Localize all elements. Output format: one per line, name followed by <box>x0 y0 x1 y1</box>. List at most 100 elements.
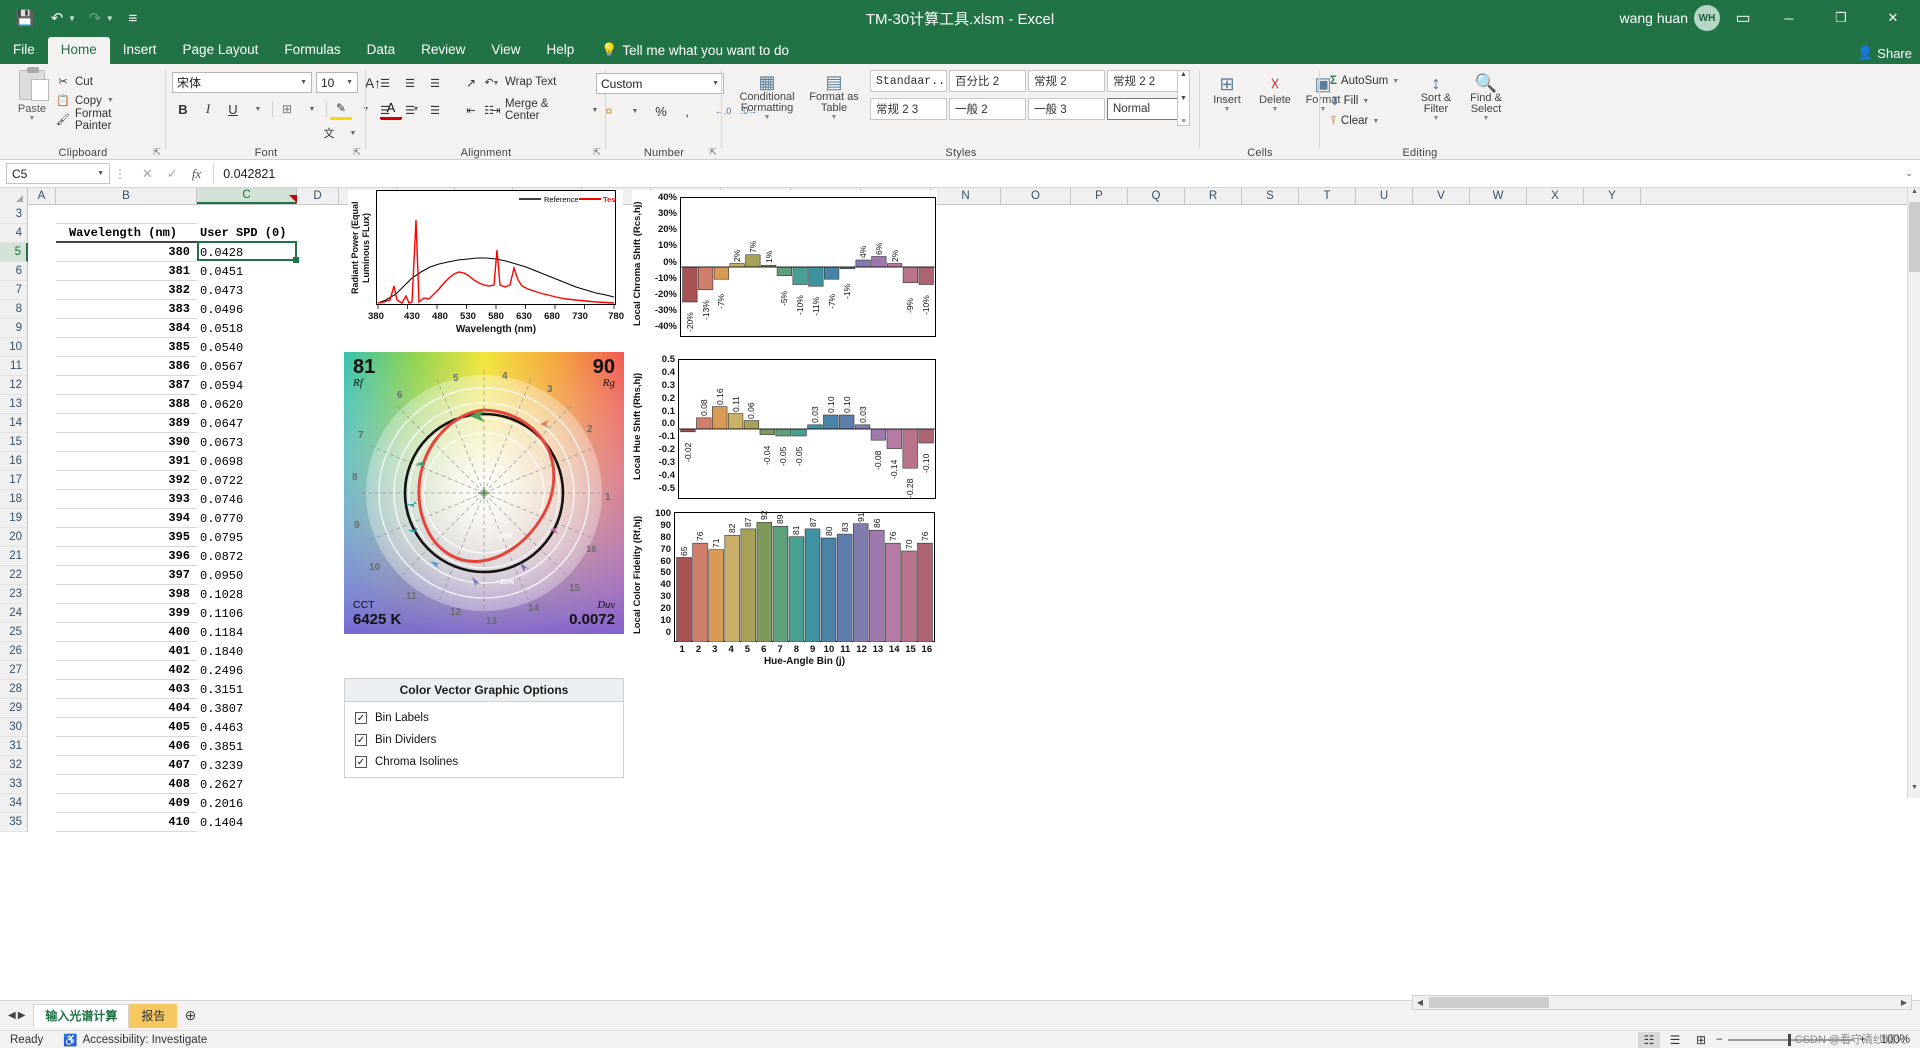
tab-file[interactable]: File <box>0 37 48 64</box>
conditional-formatting-button[interactable]: ▦ Conditional Formatting ▼ <box>734 68 800 121</box>
row-header-8[interactable]: 8 <box>0 300 28 319</box>
sheet-tab-report[interactable]: 报告 <box>129 1003 178 1028</box>
align-left-button[interactable]: ☰ <box>374 99 396 121</box>
accounting-format-button[interactable]: ¤ <box>598 100 620 122</box>
format-as-table-button[interactable]: ▤ Format as Table ▼ <box>806 68 862 121</box>
row-header-4[interactable]: 4 <box>0 224 28 243</box>
minimize-button[interactable]: ─ <box>1766 0 1812 36</box>
sheet-tab-input-spectrum[interactable]: 输入光谱计算 <box>33 1003 130 1028</box>
formula-input[interactable]: 0.042821 <box>213 163 1898 184</box>
cell-style-normal-2-2[interactable]: 常规 2 2 <box>1107 70 1184 92</box>
number-format-select[interactable]: Custom ▼ <box>596 73 724 94</box>
row-header-28[interactable]: 28 <box>0 680 28 699</box>
cell-C5[interactable]: 0.0428 <box>197 243 297 262</box>
row-header-5[interactable]: 5 <box>0 243 28 262</box>
borders-button[interactable]: ⊞ <box>276 98 298 120</box>
chroma-isolines-checkbox[interactable]: ✓ <box>355 756 367 768</box>
bin-dividers-checkbox[interactable]: ✓ <box>355 734 367 746</box>
fill-color-button[interactable]: ✎ <box>330 98 352 120</box>
row-header-34[interactable]: 34 <box>0 794 28 813</box>
cell-style-normal-2-3[interactable]: 常规 2 3 <box>870 98 947 120</box>
option-chroma-isolines[interactable]: ✓ Chroma Isolines <box>345 751 623 773</box>
cell-B23[interactable]: 398 <box>56 585 197 604</box>
cell-C22[interactable]: 0.0950 <box>197 566 297 585</box>
close-button[interactable]: ✕ <box>1870 0 1916 36</box>
alignment-dialog-launcher[interactable]: ⇱ <box>591 146 603 158</box>
row-header-12[interactable]: 12 <box>0 376 28 395</box>
cut-button[interactable]: ✂ Cut <box>56 72 146 91</box>
cell-C6[interactable]: 0.0451 <box>197 262 297 281</box>
add-sheet-button[interactable]: ⊕ <box>177 1007 203 1024</box>
clear-button[interactable]: ⍒ Clear ▼ <box>1330 111 1399 131</box>
row-header-10[interactable]: 10 <box>0 338 28 357</box>
expand-formula-bar-icon[interactable]: ⌄ <box>1898 168 1920 179</box>
cell-B7[interactable]: 382 <box>56 281 197 300</box>
align-center-button[interactable]: ☰ <box>399 99 421 121</box>
cell-B31[interactable]: 406 <box>56 737 197 756</box>
autosum-dropdown-icon[interactable]: ▼ <box>1392 78 1399 85</box>
row-header-26[interactable]: 26 <box>0 642 28 661</box>
font-dialog-launcher[interactable]: ⇱ <box>351 146 363 158</box>
row-header-14[interactable]: 14 <box>0 414 28 433</box>
cell-B16[interactable]: 391 <box>56 452 197 471</box>
cell-C16[interactable]: 0.0698 <box>197 452 297 471</box>
color-vector-graphic[interactable]: -20% +20% 1 16 15 14 13 12 11 10 9 8 7 6… <box>344 352 624 634</box>
row-header-32[interactable]: 32 <box>0 756 28 775</box>
cell-C7[interactable]: 0.0473 <box>197 281 297 300</box>
last-sheet-icon[interactable]: ▶ <box>18 1010 26 1021</box>
cell-C26[interactable]: 0.1840 <box>197 642 297 661</box>
col-header-W[interactable]: W <box>1470 188 1527 204</box>
cell-style-general-3[interactable]: 一般 3 <box>1028 98 1105 120</box>
copy-dropdown-icon[interactable]: ▼ <box>107 97 114 104</box>
row-header-31[interactable]: 31 <box>0 737 28 756</box>
col-header-R[interactable]: R <box>1185 188 1242 204</box>
tab-page-layout[interactable]: Page Layout <box>170 37 272 64</box>
cell-C28[interactable]: 0.3151 <box>197 680 297 699</box>
cell-B18[interactable]: 393 <box>56 490 197 509</box>
confirm-icon[interactable]: ✓ <box>167 166 178 182</box>
col-header-Q[interactable]: Q <box>1128 188 1185 204</box>
normal-view-icon[interactable]: ☷ <box>1638 1031 1660 1048</box>
cell-B32[interactable]: 407 <box>56 756 197 775</box>
cell-C19[interactable]: 0.0770 <box>197 509 297 528</box>
underline-button[interactable]: U <box>222 98 244 120</box>
row-header-30[interactable]: 30 <box>0 718 28 737</box>
row-header-29[interactable]: 29 <box>0 699 28 718</box>
cell-C11[interactable]: 0.0567 <box>197 357 297 376</box>
chevron-down-icon[interactable]: ▼ <box>342 73 353 93</box>
col-header-B[interactable]: B <box>56 188 197 204</box>
cell-C35[interactable]: 0.1404 <box>197 813 297 832</box>
row-header-18[interactable]: 18 <box>0 490 28 509</box>
row-header-13[interactable]: 13 <box>0 395 28 414</box>
cell-C25[interactable]: 0.1184 <box>197 623 297 642</box>
first-sheet-icon[interactable]: ◀ <box>8 1010 16 1021</box>
select-all-corner[interactable] <box>0 188 28 205</box>
cell-style-percent-2[interactable]: 百分比 2 <box>949 70 1026 92</box>
cell-B28[interactable]: 403 <box>56 680 197 699</box>
cell-C3[interactable] <box>197 205 297 224</box>
col-header-O[interactable]: O <box>1001 188 1071 204</box>
cell-style-normal[interactable]: Normal <box>1107 98 1184 120</box>
cell-C14[interactable]: 0.0647 <box>197 414 297 433</box>
cell-B34[interactable]: 409 <box>56 794 197 813</box>
local-chroma-shift-chart[interactable]: Local Chroma Shift (Rcs,hj) 40% 30% 20% … <box>632 190 937 342</box>
cell-C32[interactable]: 0.3239 <box>197 756 297 775</box>
cell-style-standaard[interactable]: Standaar... <box>870 70 947 92</box>
row-header-15[interactable]: 15 <box>0 433 28 452</box>
col-header-A[interactable]: A <box>28 188 56 204</box>
tab-data[interactable]: Data <box>354 37 409 64</box>
styles-more-icon[interactable]: ≡ <box>1181 118 1185 125</box>
phonetic-guide-button[interactable]: 文 <box>318 122 340 144</box>
scroll-left-icon[interactable]: ◀ <box>1413 998 1427 1007</box>
cell-B21[interactable]: 396 <box>56 547 197 566</box>
row-header-22[interactable]: 22 <box>0 566 28 585</box>
cell-B35[interactable]: 410 <box>56 813 197 832</box>
insert-function-icon[interactable]: fx <box>192 166 201 182</box>
scroll-up-icon[interactable]: ▲ <box>1908 188 1920 202</box>
formula-bar-handle[interactable]: ⋮ <box>110 167 130 181</box>
col-header-P[interactable]: P <box>1071 188 1128 204</box>
cell-B33[interactable]: 408 <box>56 775 197 794</box>
underline-dropdown-icon[interactable]: ▼ <box>247 98 269 120</box>
vertical-scroll-thumb[interactable] <box>1909 202 1920 272</box>
cell-B15[interactable]: 390 <box>56 433 197 452</box>
